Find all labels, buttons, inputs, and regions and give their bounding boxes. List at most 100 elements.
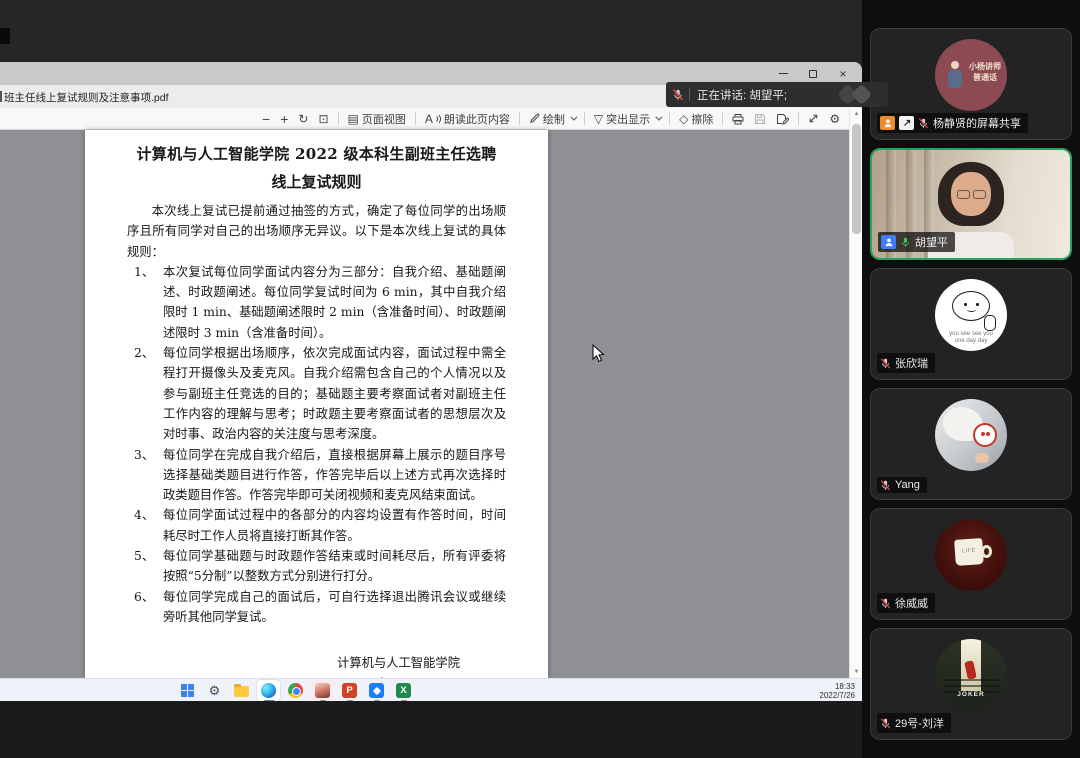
read-aloud-label: 朗读此页内容: [444, 111, 510, 127]
edge-taskbar-button[interactable]: [257, 680, 280, 701]
mic-muted-icon: [880, 598, 891, 609]
read-aloud-button[interactable]: A 朗读此页内容: [420, 109, 515, 129]
item-text: 每位同学面试过程中的各部分的内容均设置有作答时间，时间耗尽时工作人员将直接打断其…: [163, 508, 506, 542]
divider: [722, 112, 723, 125]
rule-item-4: 4、每位同学面试过程中的各部分的内容均设置有作答时间，时间耗尽时工作人员将直接打…: [127, 505, 506, 546]
windows-taskbar: ⚙ P X 18:33 2022/7/26: [0, 678, 862, 701]
edge-icon: [261, 683, 276, 698]
participant-tile-speaker[interactable]: 胡望平: [870, 148, 1072, 260]
pen-icon: [529, 113, 540, 124]
edge-browser-window: × 班主任线上复试规则及注意事项.pdf − + ↻ ⊡ ▤ 页面视图 A: [0, 62, 862, 678]
print-icon: [732, 113, 744, 125]
excel-taskbar-button[interactable]: X: [392, 680, 415, 701]
divider: [669, 112, 670, 125]
read-aloud-icon: A: [425, 113, 433, 125]
divider: [519, 112, 520, 125]
save-as-button[interactable]: [771, 109, 794, 129]
participant-name-badge: 徐威威: [877, 593, 935, 613]
excel-icon: X: [396, 683, 411, 698]
document-title: 计算机与人工智能学院 2022 级本科生副班主任选聘: [85, 143, 548, 164]
rule-item-3: 3、每位同学在完成自我介绍后，直接根据屏幕上展示的题目序号选择基础类题目进行作答…: [127, 445, 506, 506]
chevron-down-icon: [570, 114, 577, 121]
mic-muted-icon: [880, 358, 891, 369]
item-text: 本次复试每位同学面试内容分为三部分：自我介绍、基础题阐述、时政题阐述。每位同学复…: [163, 265, 506, 340]
participant-tile-screenshare[interactable]: 小杨讲师 普通话 杨静贤的屏幕共享: [870, 28, 1072, 140]
save-as-icon: [776, 113, 789, 125]
divider: [798, 112, 799, 125]
item-number: 2、: [134, 343, 154, 363]
participant-tile[interactable]: JOKER 29号-刘洋: [870, 628, 1072, 740]
divider: [584, 112, 585, 125]
page-view-button[interactable]: ▤ 页面视图: [343, 109, 411, 129]
mic-muted-icon: [880, 718, 891, 729]
chrome-taskbar-button[interactable]: [284, 680, 307, 701]
zoom-in-icon: +: [280, 112, 288, 126]
draw-button[interactable]: 绘制: [524, 109, 580, 129]
tencent-meeting-icon: [369, 683, 384, 698]
page-view-icon: ▤: [348, 113, 359, 125]
divider: [338, 112, 339, 125]
host-badge-icon: [880, 116, 895, 130]
minimize-icon: [779, 73, 788, 74]
settings-taskbar-button[interactable]: ⚙: [203, 680, 226, 701]
scroll-up-icon[interactable]: ▲: [850, 111, 862, 117]
chevron-down-icon: [655, 114, 662, 121]
erase-label: 擦除: [691, 111, 713, 127]
erase-button[interactable]: ◇ 擦除: [674, 109, 718, 129]
zoom-out-button[interactable]: −: [257, 109, 275, 129]
start-button[interactable]: [176, 680, 199, 701]
participant-name: 徐威威: [895, 595, 928, 611]
rule-item-1: 1、本次复试每位同学面试内容分为三部分：自我介绍、基础题阐述、时政题阐述。每位同…: [127, 262, 506, 343]
highlight-button[interactable]: ▽ 突出显示: [589, 109, 665, 129]
print-button[interactable]: [727, 109, 749, 129]
file-explorer-button[interactable]: [230, 680, 253, 701]
participant-name: 29号-刘洋: [895, 715, 944, 731]
document-signature-block: 计算机与人工智能学院 2022 年 7 月 22 日: [337, 653, 460, 678]
clock-date: 2022/7/26: [819, 691, 855, 701]
tencent-meeting-watermark-icon: [832, 83, 882, 106]
pdf-document-area[interactable]: 计算机与人工智能学院 2022 级本科生副班主任选聘 线上复试规则 本次线上复试…: [0, 130, 862, 678]
avatar: [935, 399, 1007, 471]
powerpoint-icon: P: [342, 683, 357, 698]
participant-name: Yang: [895, 479, 920, 491]
pdf-tab-title[interactable]: 班主任线上复试规则及注意事项.pdf: [4, 90, 169, 105]
zoom-in-button[interactable]: +: [275, 109, 293, 129]
eraser-icon: ◇: [679, 113, 688, 125]
user-photo-icon: [315, 683, 330, 698]
avatar-caption: JOKER: [935, 691, 1007, 698]
participant-tile[interactable]: you see see you one day day 张欣瑞: [870, 268, 1072, 380]
participant-name-badge: Yang: [877, 477, 927, 493]
tencent-meeting-taskbar-button[interactable]: [365, 680, 388, 701]
item-text: 每位同学基础题与时政题作答结束或时间耗尽后，所有评委将按照“5分制”以整数方式分…: [163, 549, 506, 583]
scrollbar-thumb[interactable]: [852, 124, 861, 234]
powerpoint-taskbar-button[interactable]: P: [338, 680, 361, 701]
save-button[interactable]: [749, 109, 771, 129]
mic-muted-icon: [918, 118, 929, 129]
rotate-icon: ↻: [298, 113, 308, 125]
avatar-caption: 小杨讲师: [969, 62, 1001, 71]
taskbar-clock[interactable]: 18:33 2022/7/26: [819, 682, 855, 701]
overlay-fragment: [0, 28, 10, 44]
participant-name-badge: 杨静贤的屏幕共享: [877, 113, 1028, 133]
participant-name-badge: 张欣瑞: [877, 353, 935, 373]
clipped-glyph: [0, 91, 2, 102]
participant-name: 张欣瑞: [895, 355, 928, 371]
avatar: you see see you one day day: [935, 279, 1007, 351]
item-text: 每位同学根据出场顺序，依次完成面试内容，面试过程中需全程打开摄像头及麦克风。自我…: [163, 346, 506, 441]
participant-tile[interactable]: Yang: [870, 388, 1072, 500]
item-text: 每位同学在完成自我介绍后，直接根据屏幕上展示的题目序号选择基础类题目进行作答，作…: [163, 448, 506, 503]
pdf-scrollbar[interactable]: ▲ ▼: [849, 108, 862, 678]
wechat-taskbar-button[interactable]: [311, 680, 334, 701]
item-number: 6、: [134, 587, 154, 607]
speaking-indicator-text: 正在讲话: 胡望平;: [697, 87, 787, 103]
mouse-cursor: [592, 344, 605, 363]
fit-page-button[interactable]: ⊡: [313, 109, 333, 129]
rotate-button[interactable]: ↻: [293, 109, 313, 129]
fullscreen-button[interactable]: [803, 109, 824, 129]
participant-tile[interactable]: LIFE 徐威威: [870, 508, 1072, 620]
scroll-down-icon[interactable]: ▼: [850, 669, 862, 675]
pdf-settings-button[interactable]: ⚙: [824, 109, 845, 129]
item-number: 1、: [134, 262, 154, 282]
screen-share-icon: [899, 116, 914, 130]
gear-icon: ⚙: [829, 113, 840, 125]
